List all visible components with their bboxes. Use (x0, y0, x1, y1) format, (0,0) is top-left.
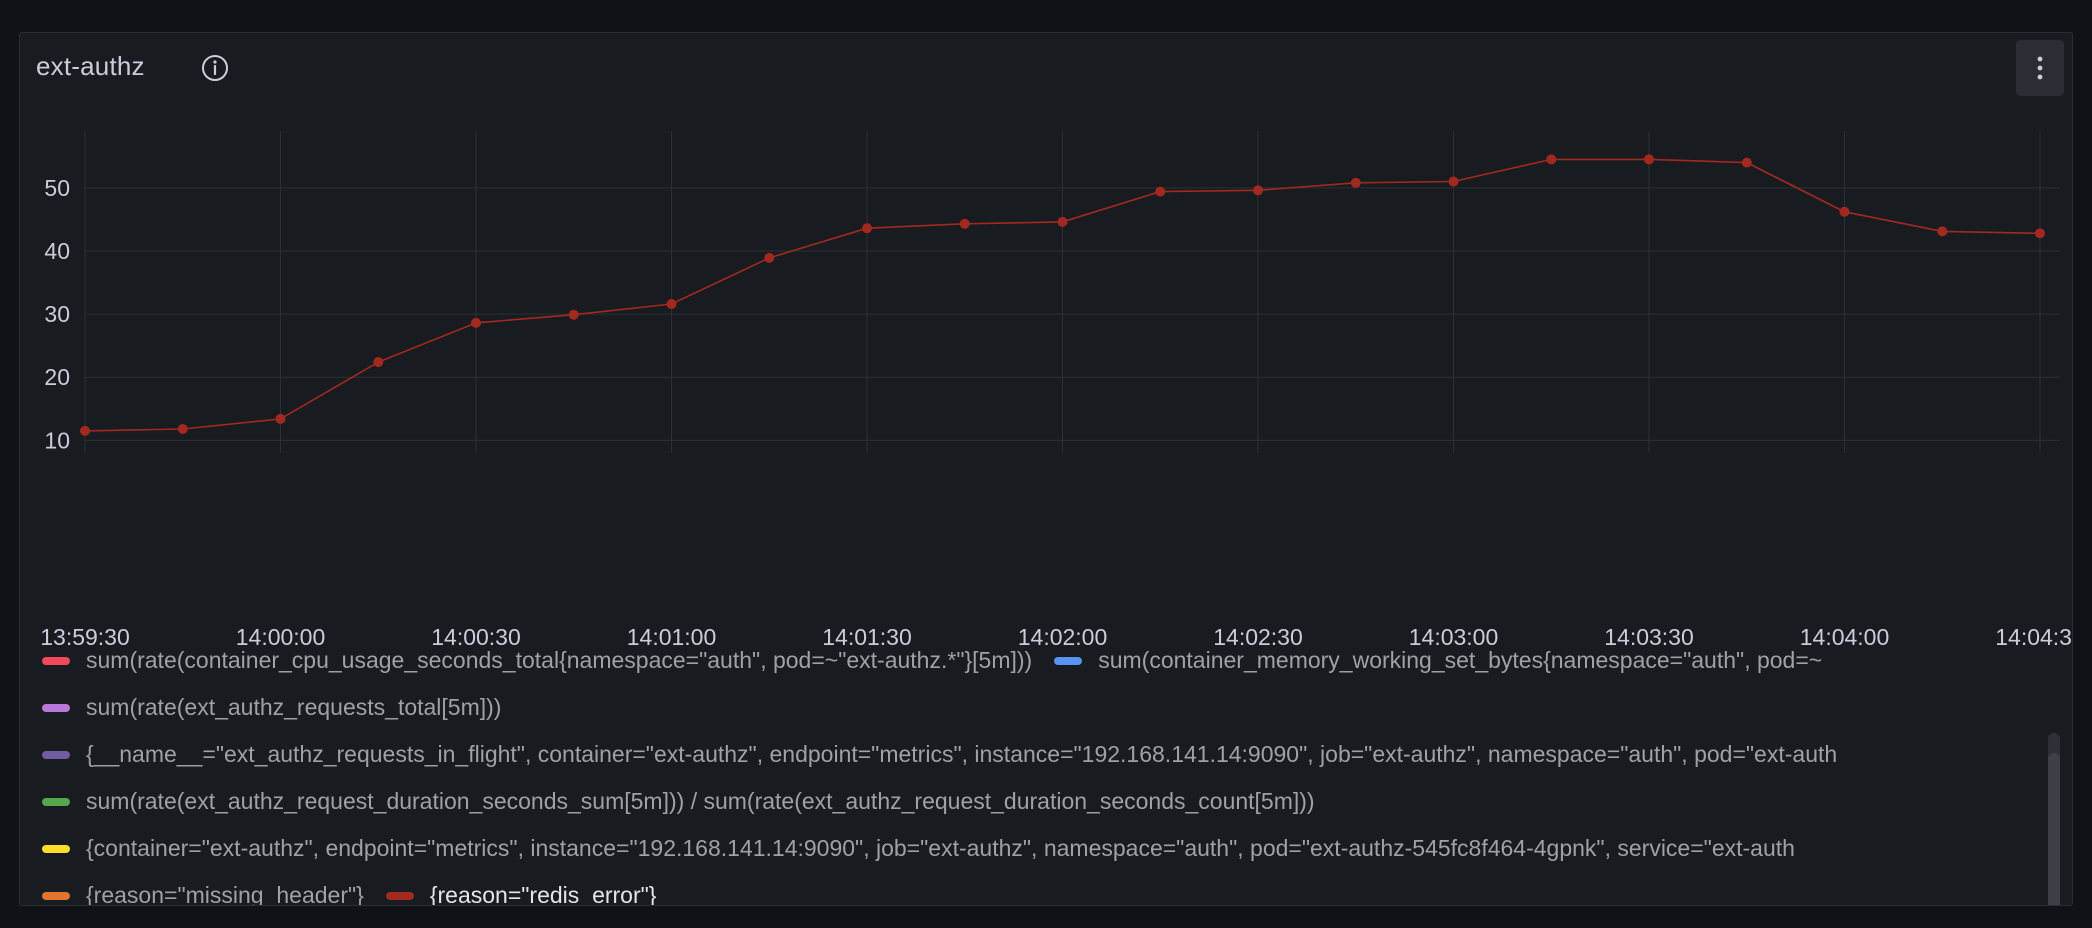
legend-swatch (42, 891, 70, 900)
time-series-chart[interactable]: 1020304050 13:59:30 14:00:00 14:00:30 14:01… (20, 101, 2073, 657)
data-point[interactable] (1057, 216, 1068, 227)
data-point[interactable] (471, 317, 481, 328)
legend-item[interactable]: sum(rate(ext_authz_requests_total[5m])) (42, 694, 501, 721)
panel-menu-button[interactable] (2016, 40, 2064, 96)
legend-row: sum(rate(ext_authz_request_duration_seco… (42, 778, 2042, 825)
legend: sum(rate(container_cpu_usage_seconds_tot… (42, 637, 2042, 906)
data-point[interactable] (568, 309, 579, 320)
legend-item[interactable]: {container="ext-authz", endpoint="metric… (42, 835, 1795, 862)
legend-scrollbar[interactable] (2048, 733, 2060, 905)
legend-row: sum(rate(container_cpu_usage_seconds_tot… (42, 637, 2042, 684)
panel-title: ext-authz (36, 51, 145, 81)
y-tick-label: 40 (44, 238, 70, 264)
vertical-gridlines (84, 131, 2041, 453)
data-point[interactable] (2035, 228, 2045, 239)
y-axis-ticks: 10 20 30 40 50 (44, 175, 70, 454)
legend-swatch (1054, 656, 1083, 665)
legend-label: {reason="missing_header"} (86, 882, 364, 906)
data-point[interactable] (1155, 186, 1166, 197)
legend-label: {__name__="ext_authz_requests_in_flight"… (86, 741, 1838, 767)
data-point[interactable] (177, 424, 188, 434)
panel-header: ext-authz (20, 33, 2072, 101)
legend-label: sum(rate(ext_authz_requests_total[5m])) (86, 694, 502, 720)
data-point[interactable] (1644, 154, 1654, 165)
legend-swatch (42, 750, 70, 759)
info-icon[interactable] (200, 53, 230, 83)
y-tick-label: 50 (44, 175, 70, 201)
data-point[interactable] (1350, 177, 1361, 188)
legend-label: sum(rate(ext_authz_request_duration_seco… (86, 788, 1315, 814)
legend-item[interactable]: sum(rate(container_cpu_usage_seconds_tot… (42, 647, 1032, 674)
legend-item[interactable]: sum(container_memory_working_set_bytes{n… (1054, 647, 1822, 674)
data-point[interactable] (1839, 206, 1850, 217)
data-point[interactable] (373, 357, 384, 368)
legend-row: sum(rate(ext_authz_requests_total[5m])) (42, 684, 2042, 731)
legend-label: sum(container_memory_working_set_bytes{n… (1098, 647, 1823, 673)
data-point[interactable] (1253, 185, 1263, 196)
legend-swatch (42, 844, 70, 853)
data-point[interactable] (959, 218, 970, 229)
data-point[interactable] (275, 413, 286, 424)
data-point[interactable] (862, 223, 872, 234)
legend-item[interactable]: {__name__="ext_authz_requests_in_flight"… (42, 741, 1837, 768)
legend-item[interactable]: {reason="redis_error"} (385, 882, 657, 906)
data-point[interactable] (80, 425, 90, 436)
legend-row: {reason="missing_header"} {reason="redis_… (42, 872, 2042, 906)
legend-label: {container="ext-authz", endpoint="metric… (86, 835, 1795, 861)
data-point[interactable] (1448, 176, 1459, 187)
horizontal-gridlines (85, 187, 2060, 441)
legend-row: {container="ext-authz", endpoint="metric… (42, 825, 2042, 872)
legend-label: sum(rate(container_cpu_usage_seconds_tot… (86, 647, 1033, 673)
legend-item[interactable]: sum(rate(ext_authz_request_duration_seco… (42, 788, 1315, 815)
legend-scrollbar-thumb[interactable] (2048, 753, 2060, 905)
legend-swatch (385, 891, 414, 900)
y-tick-label: 20 (44, 364, 70, 390)
data-point[interactable] (1546, 154, 1557, 165)
legend-row: {__name__="ext_authz_requests_in_flight"… (42, 731, 2042, 778)
legend-label: {reason="redis_error"} (429, 882, 657, 906)
legend-swatch (42, 797, 70, 806)
data-point[interactable] (666, 299, 677, 309)
y-tick-label: 30 (44, 301, 70, 327)
legend-item[interactable]: {reason="missing_header"} (42, 882, 364, 906)
data-point[interactable] (1937, 226, 1948, 237)
data-point[interactable] (1741, 157, 1752, 168)
legend-swatch (42, 656, 70, 665)
legend-swatch (42, 703, 70, 712)
panel: ext-authz 10 20 30 40 50 13:59:30 14:00:00 14:… (19, 32, 2073, 906)
data-point[interactable] (764, 252, 775, 263)
y-tick-label: 10 (44, 427, 70, 453)
vertical-ellipsis-icon (2037, 56, 2043, 80)
